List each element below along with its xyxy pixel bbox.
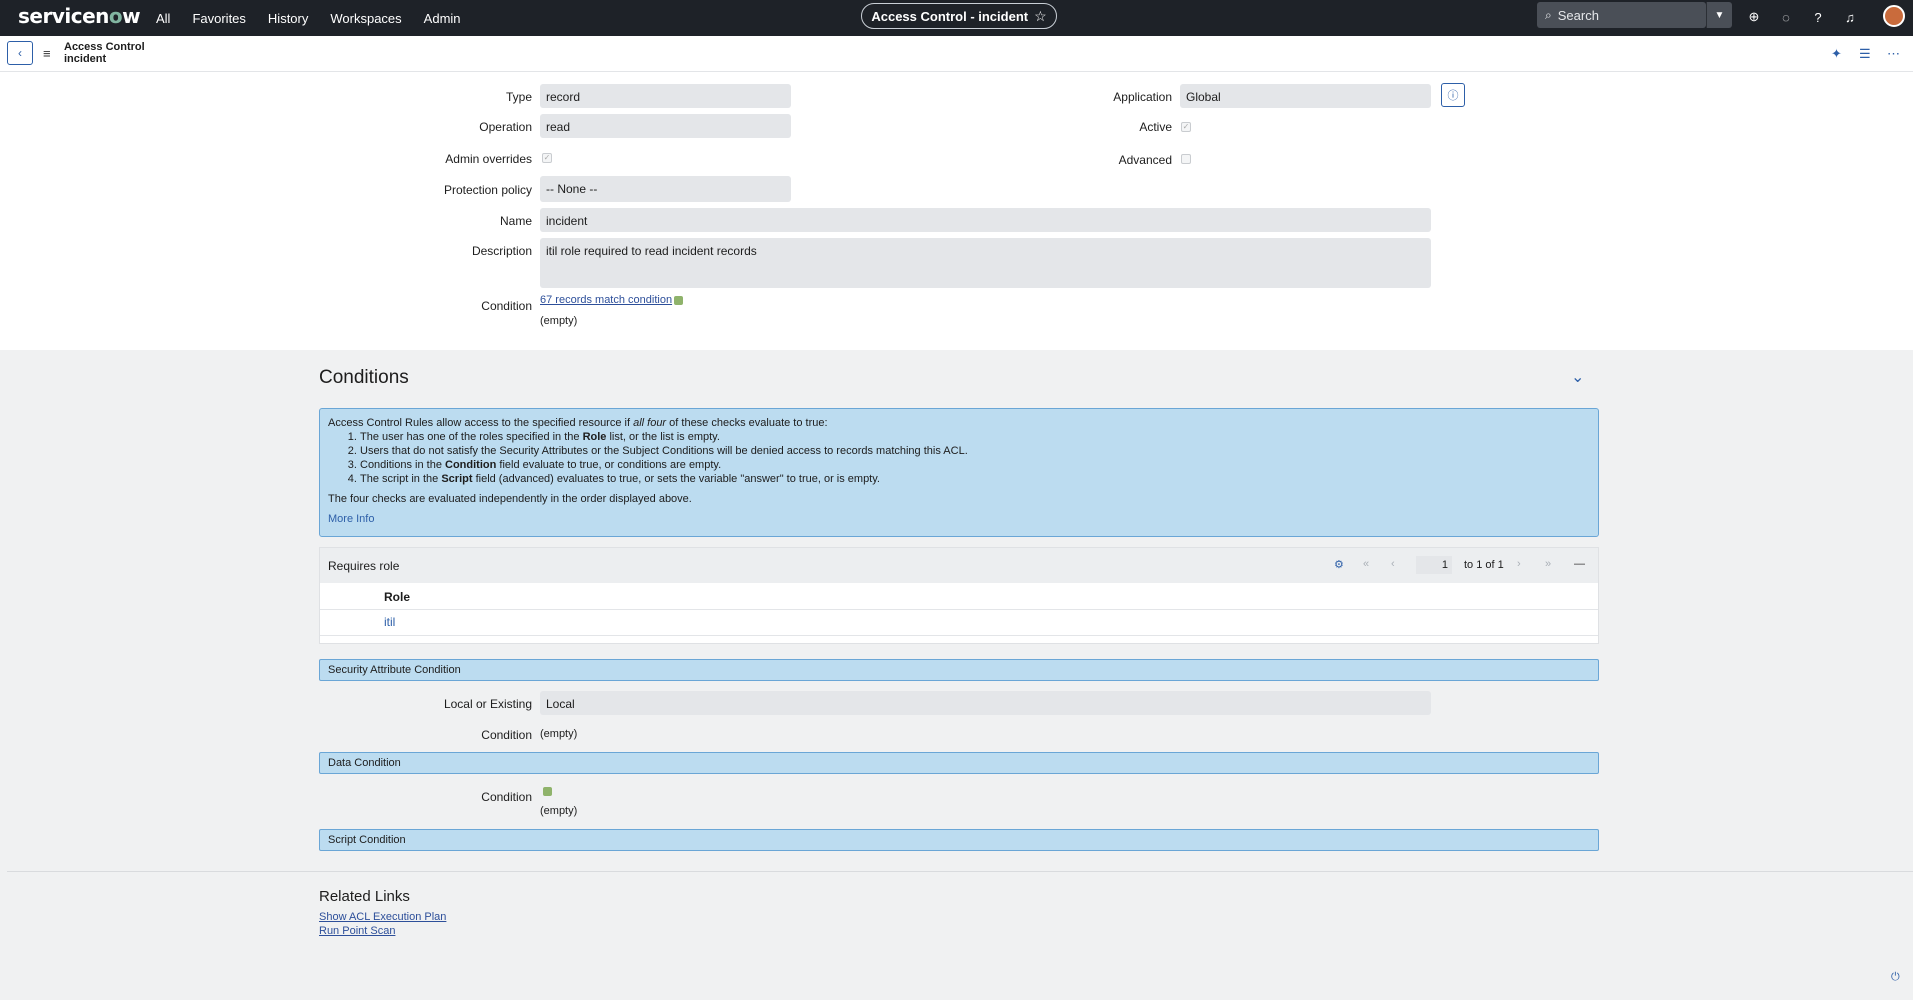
last-page-icon[interactable]: »: [1545, 558, 1551, 570]
conditions-title: Conditions: [319, 367, 409, 388]
security-attribute-bar[interactable]: Security Attribute Condition: [319, 659, 1599, 681]
security-condition-value: (empty): [540, 728, 578, 740]
name-label: Name: [499, 214, 532, 228]
info-item-2: Users that do not satisfy the Security A…: [360, 444, 1590, 458]
prev-page-icon[interactable]: ‹: [1391, 558, 1395, 570]
protection-policy-select[interactable]: -- None --: [540, 176, 791, 202]
data-condition-bar[interactable]: Data Condition: [319, 752, 1599, 774]
local-or-existing-label: Local or Existing: [443, 697, 532, 711]
application-label: Application: [1113, 90, 1172, 104]
record-title: Access Control incident: [64, 41, 145, 65]
star-icon[interactable]: ☆: [1034, 8, 1047, 25]
advanced-label: Advanced: [1118, 153, 1172, 167]
type-field[interactable]: record: [540, 84, 791, 108]
context-title-pill[interactable]: Access Control - incident ☆: [861, 3, 1057, 29]
more-info-link[interactable]: More Info: [328, 512, 1590, 526]
divider: [320, 609, 1598, 610]
search-icon: ⌕: [1545, 7, 1552, 22]
first-page-icon[interactable]: «: [1363, 558, 1369, 570]
advanced-checkbox[interactable]: [1181, 154, 1191, 164]
menu-admin[interactable]: Admin: [424, 11, 461, 26]
chevron-down-icon[interactable]: ⌄: [1571, 367, 1584, 387]
condition-label: Condition: [481, 299, 532, 313]
script-condition-bar[interactable]: Script Condition: [319, 829, 1599, 851]
info-icon[interactable]: ⓘ: [1441, 83, 1465, 107]
main-menu: All Favorites History Workspaces Admin: [156, 0, 483, 36]
back-button[interactable]: ‹: [7, 41, 33, 65]
operation-field[interactable]: read: [540, 114, 791, 138]
role-link-itil[interactable]: itil: [384, 615, 395, 629]
condition-builder-icon[interactable]: [543, 787, 552, 796]
requires-role-title: Requires role: [328, 559, 400, 573]
user-avatar[interactable]: [1883, 5, 1905, 27]
run-point-scan-link[interactable]: Run Point Scan: [319, 925, 395, 937]
divider: [7, 871, 1913, 872]
condition-value: (empty): [540, 315, 578, 327]
description-field[interactable]: itil role required to read incident reco…: [540, 238, 1431, 288]
name-field[interactable]: incident: [540, 208, 1431, 232]
info-list: The user has one of the roles specified …: [360, 430, 1590, 486]
chat-icon[interactable]: ◌: [1777, 8, 1795, 26]
condition-builder-icon[interactable]: [674, 295, 684, 305]
role-column-header[interactable]: Role: [384, 590, 410, 604]
data-condition-label: Condition: [481, 790, 532, 804]
data-condition-value: (empty): [540, 805, 578, 817]
power-icon[interactable]: ⏻: [1891, 971, 1900, 984]
info-footer: The four checks are evaluated independen…: [328, 493, 692, 505]
local-or-existing-field[interactable]: Local: [540, 691, 1431, 715]
global-search-input[interactable]: ⌕ Search: [1537, 2, 1706, 28]
description-label: Description: [471, 244, 532, 258]
application-field[interactable]: Global: [1180, 84, 1431, 108]
admin-overrides-label: Admin overrides: [445, 152, 532, 166]
globe-icon[interactable]: ⊕: [1745, 8, 1763, 26]
search-scope-dropdown[interactable]: ▼: [1706, 2, 1732, 28]
more-options-icon[interactable]: ⋯: [1887, 46, 1900, 62]
search-placeholder: Search: [1557, 7, 1599, 23]
page-number-input[interactable]: 1: [1416, 556, 1452, 574]
operation-label: Operation: [479, 120, 532, 134]
servicenow-logo[interactable]: servicenow: [18, 4, 141, 28]
info-item-4: The script in the Script field (advanced…: [360, 472, 1590, 486]
menu-all[interactable]: All: [156, 11, 170, 26]
condition-match-link[interactable]: 67 records match condition: [540, 294, 672, 306]
security-condition-label: Condition: [481, 728, 532, 742]
list-settings-icon[interactable]: ⚙: [1334, 558, 1344, 571]
form-menu-icon[interactable]: ≡: [43, 46, 51, 61]
menu-history[interactable]: History: [268, 11, 308, 26]
info-intro: Access Control Rules allow access to the…: [328, 417, 828, 429]
next-page-icon[interactable]: ›: [1517, 558, 1521, 570]
active-label: Active: [1139, 120, 1172, 134]
requires-role-header: Requires role ⚙ « ‹ 1 to 1 of 1 › » —: [320, 548, 1598, 583]
settings-sliders-icon[interactable]: ☰: [1859, 46, 1871, 62]
context-title: Access Control - incident: [871, 8, 1029, 24]
collapse-icon[interactable]: —: [1574, 558, 1585, 570]
top-navigation: servicenow All Favorites History Workspa…: [0, 0, 1913, 36]
show-acl-execution-plan-link[interactable]: Show ACL Execution Plan: [319, 911, 446, 923]
acl-info-box: Access Control Rules allow access to the…: [319, 408, 1599, 537]
divider: [320, 635, 1598, 636]
admin-overrides-checkbox[interactable]: ✓: [542, 153, 552, 163]
protection-policy-label: Protection policy: [443, 183, 532, 197]
active-checkbox[interactable]: ✓: [1181, 122, 1191, 132]
info-item-1: The user has one of the roles specified …: [360, 430, 1590, 444]
type-label: Type: [505, 90, 532, 104]
menu-favorites[interactable]: Favorites: [192, 11, 245, 26]
condition-match-link-wrap: 67 records match condition: [540, 294, 684, 306]
menu-workspaces[interactable]: Workspaces: [330, 11, 401, 26]
sparkle-icon[interactable]: ✦: [1831, 46, 1842, 62]
help-icon[interactable]: ?: [1809, 8, 1827, 26]
info-item-3: Conditions in the Condition field evalua…: [360, 458, 1590, 472]
page-range-text: to 1 of 1: [1464, 559, 1504, 571]
record-header: ‹ ≡ Access Control incident ✦ ☰ ⋯: [0, 36, 1913, 72]
requires-role-list: Requires role ⚙ « ‹ 1 to 1 of 1 › » — Ro…: [319, 547, 1599, 644]
bell-icon[interactable]: ♫: [1841, 8, 1859, 26]
related-links-title: Related Links: [319, 888, 410, 905]
